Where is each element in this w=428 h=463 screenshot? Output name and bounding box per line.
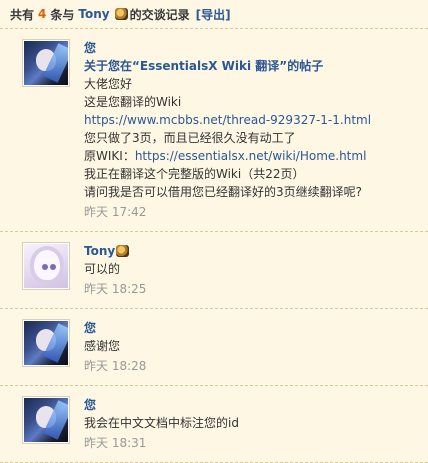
thread-link[interactable]: https://www.mcbbs.net/thread-929327-1-1.…	[84, 113, 371, 127]
message-timestamp: 昨天 18:28	[84, 359, 147, 373]
export-link[interactable]: [导出]	[196, 6, 231, 23]
message-timestamp: 昨天 17:42	[84, 205, 147, 219]
message-body: Tony 可以的 昨天 18:25	[84, 242, 418, 298]
user-medal-icon	[116, 245, 130, 257]
message-body: 您 我会在中文文档中标注您的id 昨天 18:31	[84, 396, 418, 452]
message-timestamp: 昨天 18:31	[84, 436, 147, 450]
message-line: 感谢您	[84, 339, 121, 353]
avatar-image	[24, 41, 68, 85]
sender-name[interactable]: 您	[84, 319, 418, 337]
avatar-image	[24, 244, 68, 288]
avatar[interactable]	[22, 319, 70, 367]
message-count: 4	[38, 7, 47, 21]
conversation-header: 共有 4 条与 Tony 的交谈记录 [导出]	[0, 0, 428, 29]
message-subject-link[interactable]: 关于您在“EssentialsX Wiki 翻译”的帖子	[84, 57, 418, 75]
original-wiki-label: 原WIKI：	[84, 149, 135, 163]
message-line: 我会在中文文档中标注您的id	[84, 416, 239, 430]
message-line: 大佬您好	[84, 77, 133, 91]
avatar-image	[24, 398, 68, 442]
avatar[interactable]	[22, 396, 70, 444]
avatar-image	[24, 321, 68, 365]
message-item: 您 我会在中文文档中标注您的id 昨天 18:31	[0, 386, 428, 463]
header-prefix: 共有	[10, 7, 35, 22]
avatar[interactable]	[22, 39, 70, 87]
message-item: 您 关于您在“EssentialsX Wiki 翻译”的帖子 大佬您好 这是您翻…	[0, 29, 428, 232]
message-item: 您 感谢您 昨天 18:28	[0, 309, 428, 386]
header-suffix: 的交谈记录	[129, 7, 190, 22]
message-line: 我正在翻译这个完整版的Wiki（共22页）	[84, 167, 305, 181]
sender-name[interactable]: 您	[84, 396, 418, 414]
wiki-link[interactable]: https://essentialsx.net/wiki/Home.html	[135, 149, 367, 163]
message-line: 请问我是否可以借用您已经翻译好的3页继续翻译呢?	[84, 185, 363, 199]
user-medal-icon	[114, 8, 128, 20]
message-line: 这是您翻译的Wiki	[84, 95, 182, 109]
header-middle: 条与	[50, 7, 75, 22]
avatar[interactable]	[22, 242, 70, 290]
message-body: 您 感谢您 昨天 18:28	[84, 319, 418, 375]
message-body: 您 关于您在“EssentialsX Wiki 翻译”的帖子 大佬您好 这是您翻…	[84, 39, 418, 221]
message-line: 原WIKI：https://essentialsx.net/wiki/Home.…	[84, 147, 418, 165]
message-item: Tony 可以的 昨天 18:25	[0, 232, 428, 309]
message-timestamp: 昨天 18:25	[84, 282, 147, 296]
message-line: 可以的	[84, 262, 121, 276]
message-line: 您只做了3页，而且已经很久没有动工了	[84, 131, 296, 145]
sender-name[interactable]: 您	[84, 39, 418, 57]
partner-name-link[interactable]: Tony	[78, 7, 109, 21]
sender-name[interactable]: Tony	[84, 244, 115, 258]
